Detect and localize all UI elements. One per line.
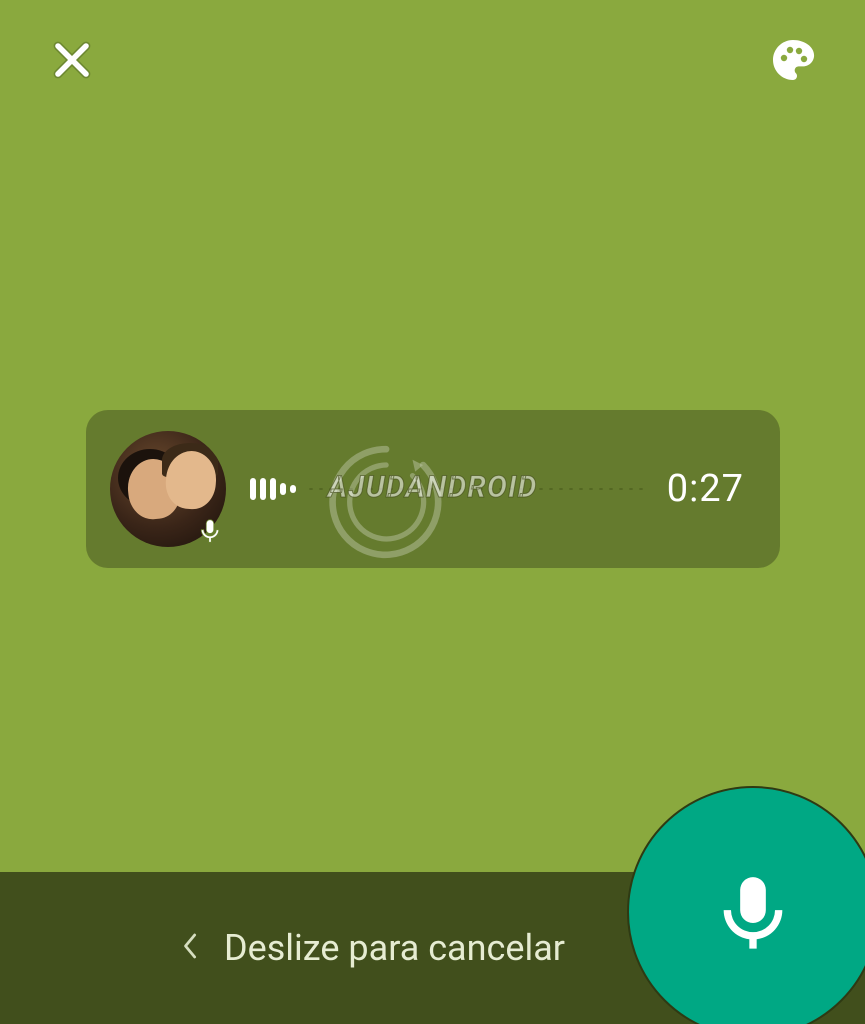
close-button[interactable]: [48, 36, 96, 84]
wave-bar: [260, 478, 266, 500]
microphone-icon: [195, 516, 225, 546]
waveform-track[interactable]: [250, 474, 647, 504]
wave-bar: [290, 485, 296, 493]
recording-duration: 0:27: [667, 467, 744, 511]
avatar-wrap: [110, 431, 226, 547]
voice-indicator-badge: [190, 511, 230, 551]
wave-bar: [280, 483, 286, 495]
microphone-icon: [709, 868, 797, 956]
color-palette-button[interactable]: [769, 36, 817, 84]
wave-bar: [270, 478, 276, 500]
record-mic-button[interactable]: [627, 786, 865, 1024]
voice-note-card: 0:27: [86, 410, 780, 568]
palette-icon: [769, 36, 817, 84]
close-icon: [51, 39, 93, 81]
wave-inactive-dots: [306, 487, 647, 491]
slide-to-cancel-label: Deslize para cancelar: [224, 927, 565, 969]
top-bar: [0, 0, 865, 120]
chevron-left-icon: [180, 928, 202, 968]
wave-bar: [250, 478, 256, 500]
slide-to-cancel[interactable]: Deslize para cancelar: [180, 927, 565, 969]
